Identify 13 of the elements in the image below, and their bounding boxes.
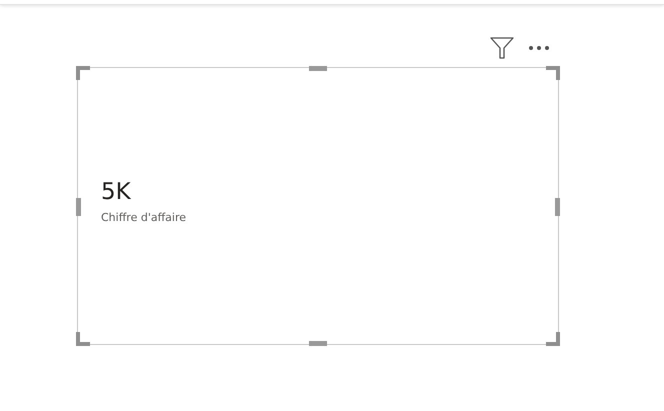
resize-handle[interactable] [76,332,90,346]
resize-handle[interactable] [309,66,327,71]
card-visual[interactable]: 5K Chiffre d'affaire [77,67,559,345]
resize-handle[interactable] [76,66,90,80]
resize-handle[interactable] [546,66,560,80]
card-value: 5K [101,180,131,206]
resize-handle[interactable] [555,198,560,216]
resize-handle[interactable] [309,341,327,346]
resize-handle[interactable] [76,198,81,216]
resize-handle[interactable] [546,332,560,346]
more-options-icon[interactable] [528,45,550,51]
filter-icon[interactable] [490,37,514,59]
card-label: Chiffre d'affaire [101,211,186,224]
